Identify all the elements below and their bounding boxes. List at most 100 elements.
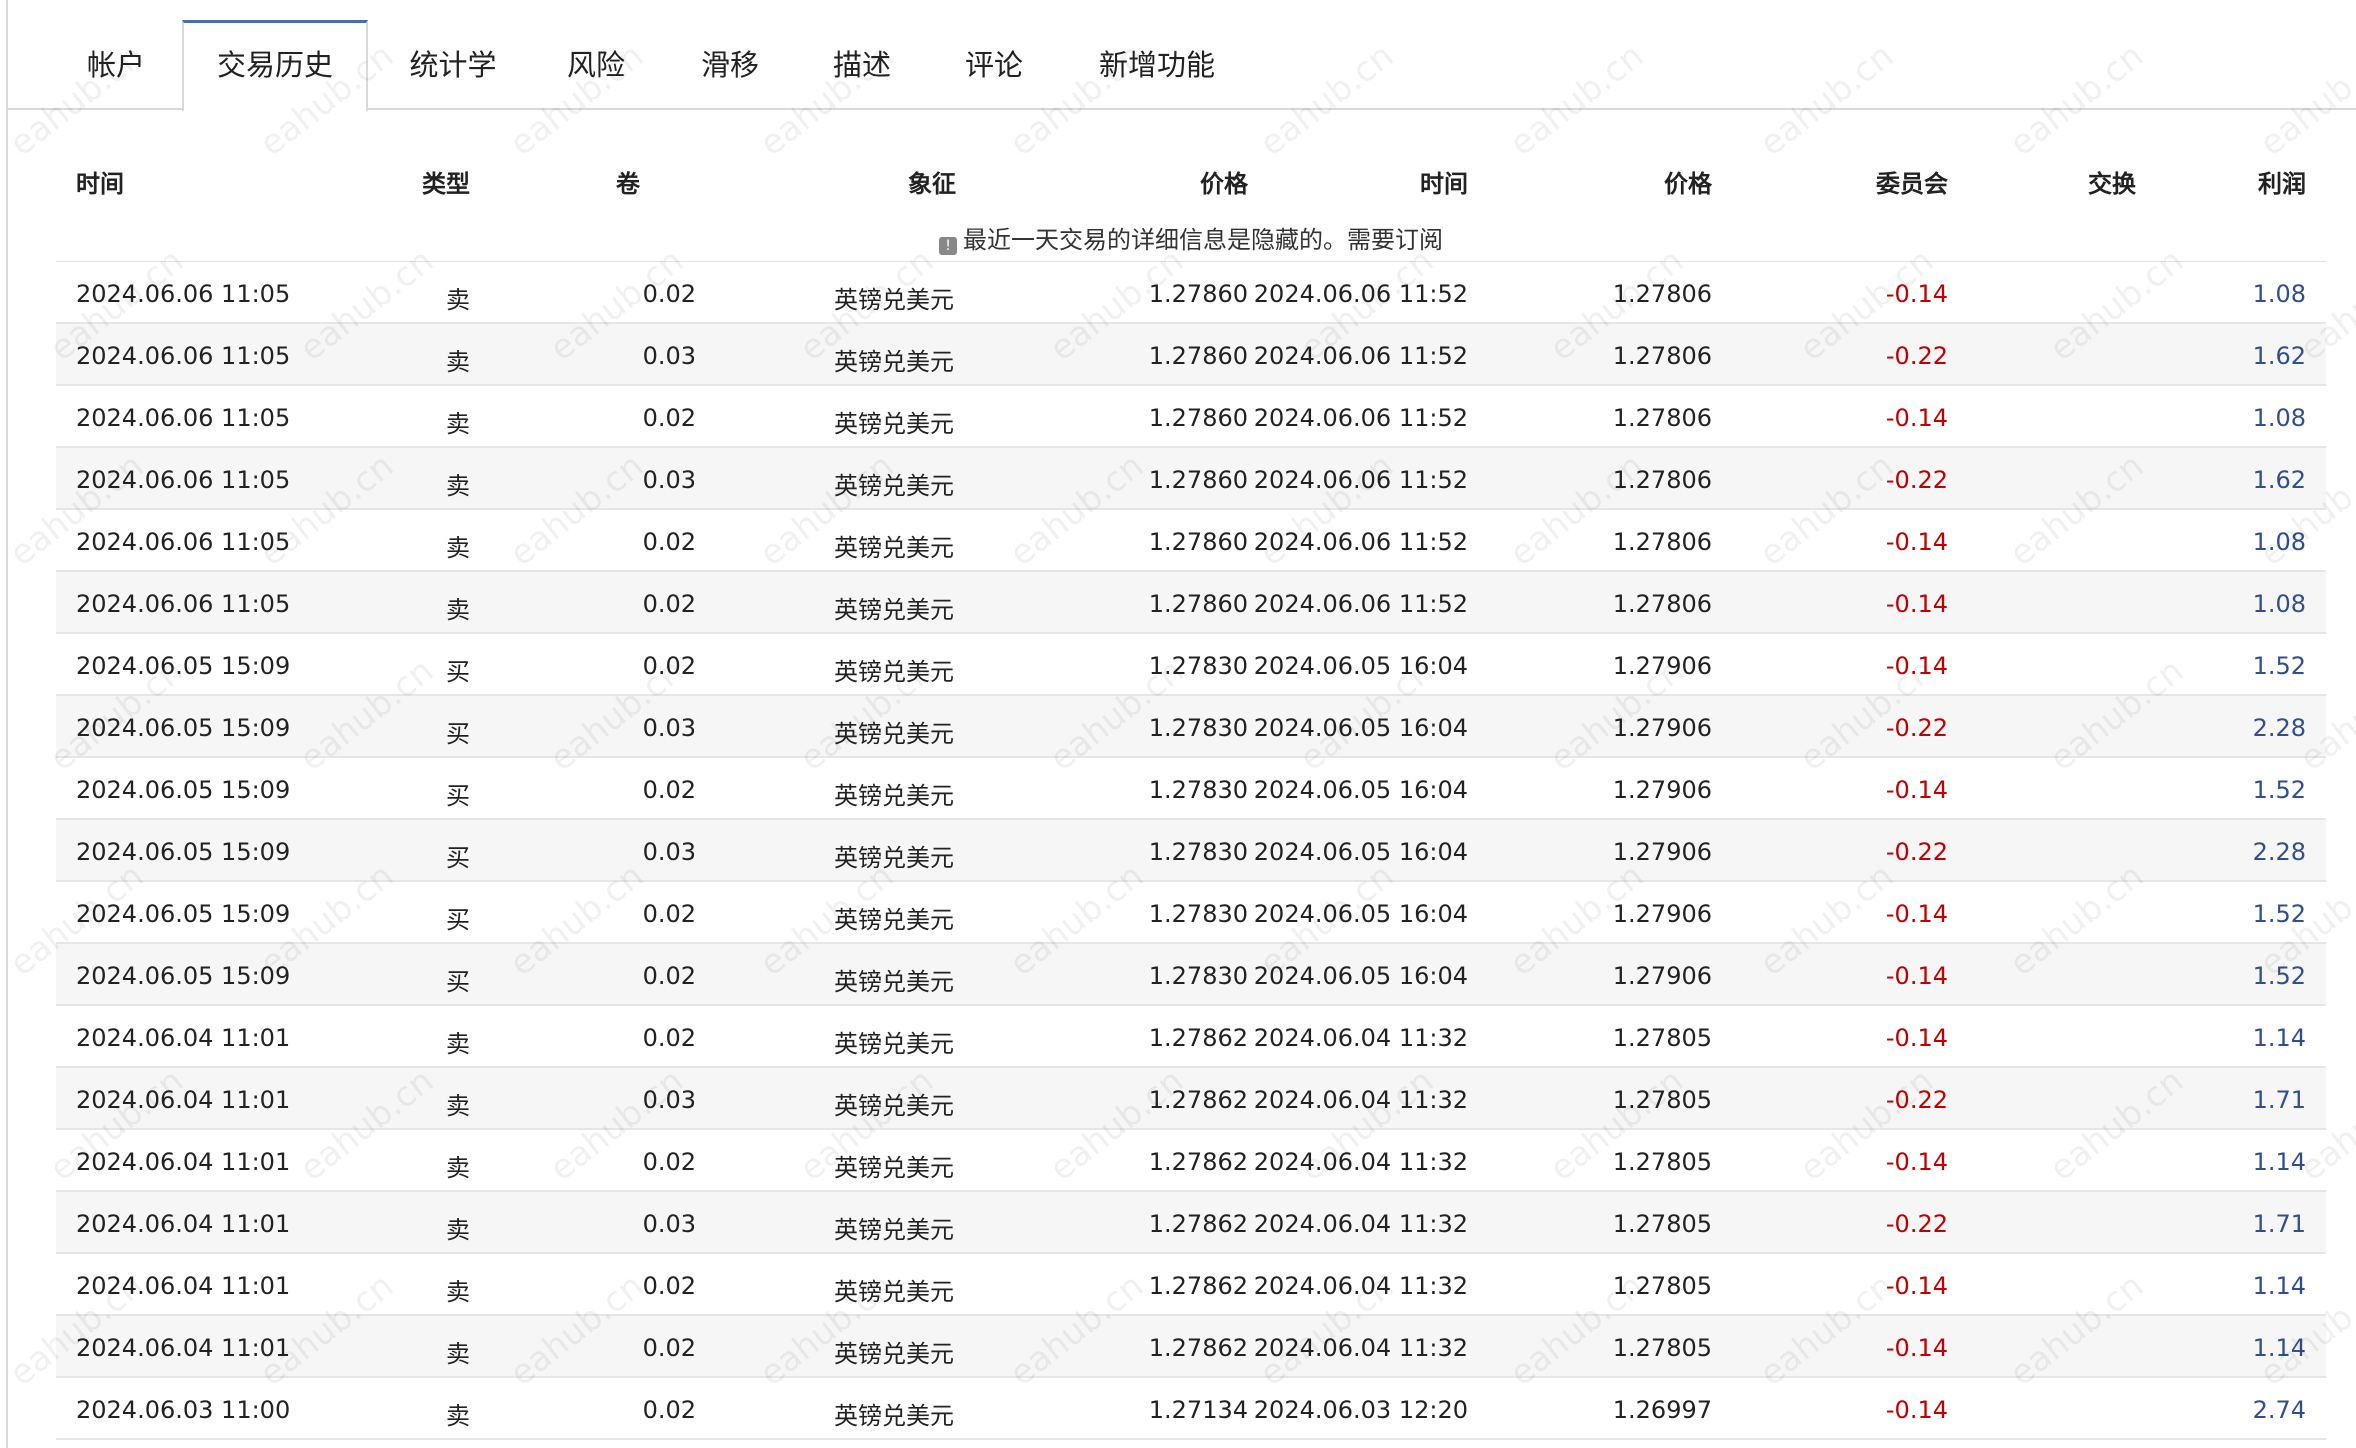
table-row[interactable]: 2024.06.05 15:09 买 0.02 英镑兑美元 1.27830 2024.06… — [56, 882, 2326, 944]
tab-account[interactable]: 帐户 — [46, 20, 186, 110]
table-row[interactable]: 2024.06.06 11:05 卖 0.03 英镑兑美元 1.27860 2024.06… — [56, 324, 2326, 386]
table-row[interactable]: 2024.06.06 11:05 卖 0.02 英镑兑美元 1.27860 2024.06… — [56, 262, 2326, 324]
header-close-price[interactable]: 价格 — [1664, 164, 1712, 199]
cell-profit: 1.52 — [2252, 776, 2306, 804]
cell-close-time: 2024.06.05 16:04 — [1253, 652, 1468, 680]
cell-commission: -0.14 — [1885, 404, 1948, 432]
cell-close-price: 1.27805 — [1612, 1334, 1712, 1362]
table-row[interactable]: 2024.06.06 11:05 卖 0.02 英镑兑美元 1.27860 2024.06… — [56, 510, 2326, 572]
table-body: 2024.06.06 11:05 卖 0.02 英镑兑美元 1.27860 2024.06… — [56, 262, 2326, 1440]
cell-profit: 1.08 — [2252, 590, 2306, 618]
cell-commission: -0.14 — [1885, 652, 1948, 680]
cell-symbol: 英镑兑美元 — [834, 534, 954, 562]
cell-open-price: 1.27860 — [1148, 280, 1248, 308]
tab-bar: 帐户 交易历史 统计学 风险 滑移 描述 评论 新增功能 — [8, 0, 2356, 112]
header-volume[interactable]: 卷 — [616, 164, 640, 199]
cell-commission: -0.22 — [1885, 714, 1948, 742]
cell-profit: 1.71 — [2252, 1210, 2306, 1238]
table-row[interactable]: 2024.06.05 15:09 买 0.02 英镑兑美元 1.27830 2024.06… — [56, 758, 2326, 820]
table-row[interactable]: 2024.06.03 11:00 卖 0.02 英镑兑美元 1.27134 2024.06… — [56, 1378, 2326, 1440]
table-row[interactable]: 2024.06.04 11:01 卖 0.02 英镑兑美元 1.27862 2024.06… — [56, 1006, 2326, 1068]
cell-volume: 0.03 — [642, 1086, 696, 1114]
cell-commission: -0.14 — [1885, 590, 1948, 618]
table-row[interactable]: 2024.06.06 11:05 卖 0.02 英镑兑美元 1.27860 2024.06… — [56, 386, 2326, 448]
cell-type: 卖 — [446, 472, 470, 500]
table-row[interactable]: 2024.06.04 11:01 卖 0.02 英镑兑美元 1.27862 2024.06… — [56, 1130, 2326, 1192]
cell-open-time: 2024.06.03 11:00 — [76, 1396, 291, 1424]
table-row[interactable]: 2024.06.04 11:01 卖 0.02 英镑兑美元 1.27862 2024.06… — [56, 1254, 2326, 1316]
cell-open-price: 1.27830 — [1148, 838, 1248, 866]
cell-commission: -0.14 — [1885, 900, 1948, 928]
table-row[interactable]: 2024.06.04 11:01 卖 0.02 英镑兑美元 1.27862 2024.06… — [56, 1316, 2326, 1378]
tab-reviews[interactable]: 评论 — [934, 20, 1054, 110]
cell-type: 卖 — [446, 596, 470, 624]
tab-new-features[interactable]: 新增功能 — [1072, 20, 1242, 110]
cell-close-price: 1.27805 — [1612, 1210, 1712, 1238]
cell-open-price: 1.27830 — [1148, 900, 1248, 928]
header-commission[interactable]: 委员会 — [1876, 164, 1948, 199]
cell-close-time: 2024.06.05 16:04 — [1253, 900, 1468, 928]
cell-close-price: 1.26997 — [1612, 1396, 1712, 1424]
header-open-time[interactable]: 时间 — [76, 164, 124, 199]
cell-close-time: 2024.06.05 16:04 — [1253, 776, 1468, 804]
header-open-price[interactable]: 价格 — [1200, 164, 1248, 199]
trade-history-table: 时间 类型 卷 象征 价格 时间 价格 委员会 交换 利润 ! 最近一天交易的详细… — [56, 140, 2326, 1440]
cell-volume: 0.02 — [642, 1334, 696, 1362]
cell-open-price: 1.27830 — [1148, 652, 1248, 680]
table-row[interactable]: 2024.06.04 11:01 卖 0.03 英镑兑美元 1.27862 2024.06… — [56, 1068, 2326, 1130]
header-close-time[interactable]: 时间 — [1420, 164, 1468, 199]
cell-volume: 0.02 — [642, 652, 696, 680]
tab-risk[interactable]: 风险 — [536, 20, 656, 110]
cell-symbol: 英镑兑美元 — [834, 658, 954, 686]
cell-open-price: 1.27860 — [1148, 528, 1248, 556]
cell-volume: 0.02 — [642, 280, 696, 308]
cell-open-price: 1.27862 — [1148, 1272, 1248, 1300]
cell-volume: 0.02 — [642, 1148, 696, 1176]
cell-open-price: 1.27860 — [1148, 590, 1248, 618]
cell-symbol: 英镑兑美元 — [834, 844, 954, 872]
cell-close-time: 2024.06.03 12:20 — [1253, 1396, 1468, 1424]
table-row[interactable]: 2024.06.06 11:05 卖 0.03 英镑兑美元 1.27860 2024.06… — [56, 448, 2326, 510]
cell-open-price: 1.27862 — [1148, 1148, 1248, 1176]
cell-commission: -0.14 — [1885, 776, 1948, 804]
header-symbol[interactable]: 象征 — [908, 164, 956, 199]
cell-open-price: 1.27862 — [1148, 1334, 1248, 1362]
cell-symbol: 英镑兑美元 — [834, 1340, 954, 1368]
cell-close-time: 2024.06.05 16:04 — [1253, 714, 1468, 742]
cell-close-price: 1.27906 — [1612, 776, 1712, 804]
cell-close-price: 1.27806 — [1612, 404, 1712, 432]
tab-trade-history[interactable]: 交易历史 — [182, 20, 368, 112]
tab-statistics[interactable]: 统计学 — [378, 20, 528, 110]
cell-close-price: 1.27906 — [1612, 714, 1712, 742]
cell-symbol: 英镑兑美元 — [834, 410, 954, 438]
header-type[interactable]: 类型 — [422, 164, 470, 199]
cell-symbol: 英镑兑美元 — [834, 1030, 954, 1058]
cell-commission: -0.22 — [1885, 466, 1948, 494]
cell-close-price: 1.27806 — [1612, 590, 1712, 618]
cell-close-price: 1.27906 — [1612, 838, 1712, 866]
table-row[interactable]: 2024.06.05 15:09 买 0.02 英镑兑美元 1.27830 2024.06… — [56, 944, 2326, 1006]
table-row[interactable]: 2024.06.05 15:09 买 0.02 英镑兑美元 1.27830 2024.06… — [56, 634, 2326, 696]
cell-type: 买 — [446, 782, 470, 810]
cell-symbol: 英镑兑美元 — [834, 1278, 954, 1306]
header-swap[interactable]: 交换 — [2088, 164, 2136, 199]
cell-symbol: 英镑兑美元 — [834, 348, 954, 376]
cell-close-price: 1.27806 — [1612, 528, 1712, 556]
cell-symbol: 英镑兑美元 — [834, 1092, 954, 1120]
cell-type: 卖 — [446, 1154, 470, 1182]
cell-close-time: 2024.06.04 11:32 — [1253, 1210, 1468, 1238]
cell-open-time: 2024.06.04 11:01 — [76, 1086, 291, 1114]
table-row[interactable]: 2024.06.04 11:01 卖 0.03 英镑兑美元 1.27862 2024.06… — [56, 1192, 2326, 1254]
cell-profit: 1.14 — [2252, 1148, 2306, 1176]
cell-open-time: 2024.06.04 11:01 — [76, 1210, 291, 1238]
table-row[interactable]: 2024.06.06 11:05 卖 0.02 英镑兑美元 1.27860 2024.06… — [56, 572, 2326, 634]
cell-close-time: 2024.06.06 11:52 — [1253, 466, 1468, 494]
tab-slippage[interactable]: 滑移 — [670, 20, 790, 110]
cell-volume: 0.03 — [642, 714, 696, 742]
cell-volume: 0.02 — [642, 776, 696, 804]
table-row[interactable]: 2024.06.05 15:09 买 0.03 英镑兑美元 1.27830 2024.06… — [56, 696, 2326, 758]
table-row[interactable]: 2024.06.05 15:09 买 0.03 英镑兑美元 1.27830 2024.06… — [56, 820, 2326, 882]
header-profit[interactable]: 利润 — [2258, 164, 2306, 199]
cell-close-time: 2024.06.04 11:32 — [1253, 1272, 1468, 1300]
tab-description[interactable]: 描述 — [802, 20, 922, 110]
